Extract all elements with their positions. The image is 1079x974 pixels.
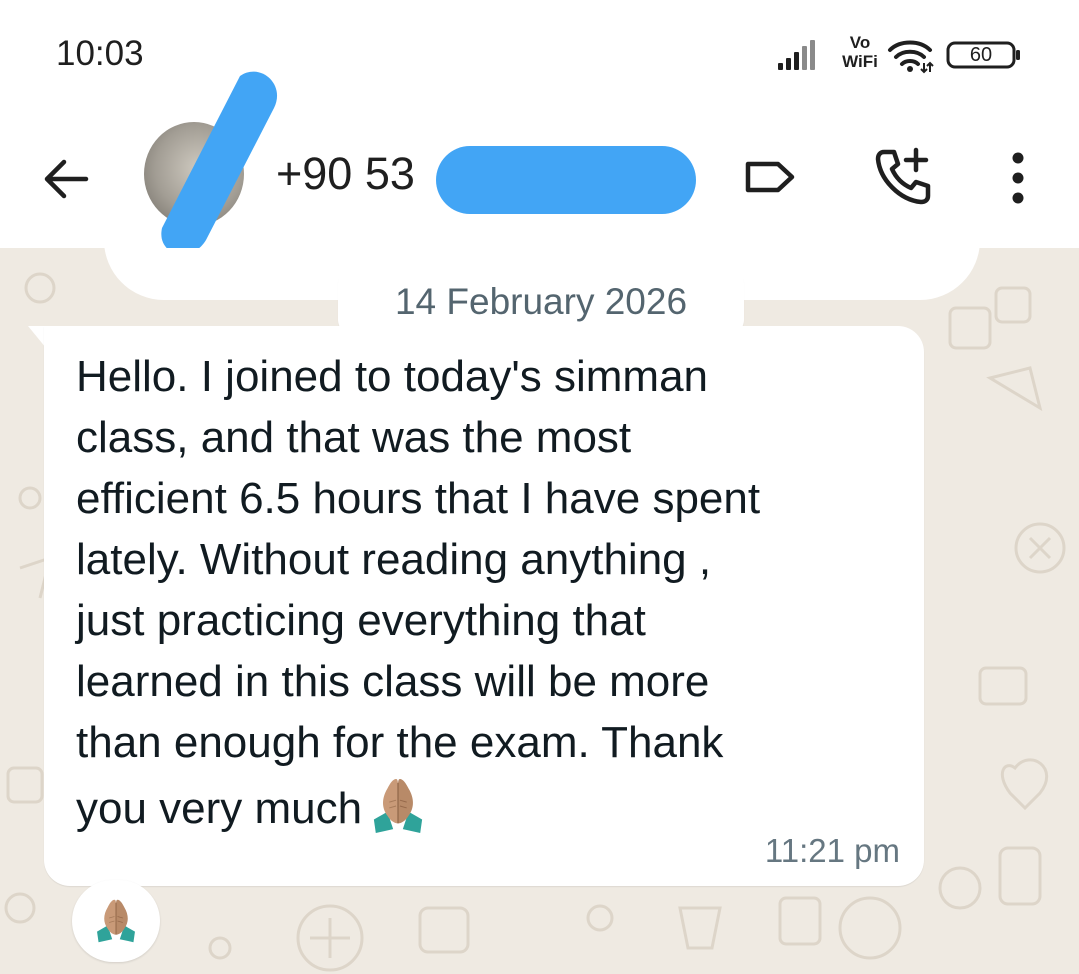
battery-level: 60	[969, 44, 993, 66]
add-call-icon[interactable]	[872, 144, 936, 208]
name-redaction-mark	[436, 146, 696, 214]
chat-header: +90 53	[0, 71, 1079, 255]
incoming-message-bubble[interactable]: Hello. I joined to today's simman class,…	[44, 326, 924, 886]
message-reaction[interactable]	[72, 880, 160, 962]
back-arrow-icon[interactable]	[38, 150, 96, 208]
vowifi-label-bottom: WiFi	[842, 52, 878, 71]
vowifi-label: Vo WiFi	[838, 33, 882, 71]
date-separator: 14 February 2026	[338, 270, 744, 334]
vowifi-label-top: Vo	[849, 33, 871, 52]
more-vert-icon[interactable]	[998, 146, 1038, 210]
chat-area[interactable]: 14 February 2026 Hello. I joined to toda…	[0, 248, 1079, 974]
message-text: Hello. I joined to today's simman class,…	[76, 346, 896, 839]
message-body: Hello. I joined to today's simman class,…	[76, 352, 761, 833]
signal-icon	[778, 40, 815, 70]
avatar-redaction-mark	[161, 71, 278, 255]
folded-hands-icon	[373, 778, 423, 834]
wifi-icon	[888, 40, 934, 74]
contact-name[interactable]: +90 53	[276, 148, 415, 200]
folded-hands-reaction-icon	[96, 899, 136, 943]
message-timestamp: 11:21 pm	[764, 832, 900, 869]
label-icon[interactable]	[740, 152, 800, 202]
